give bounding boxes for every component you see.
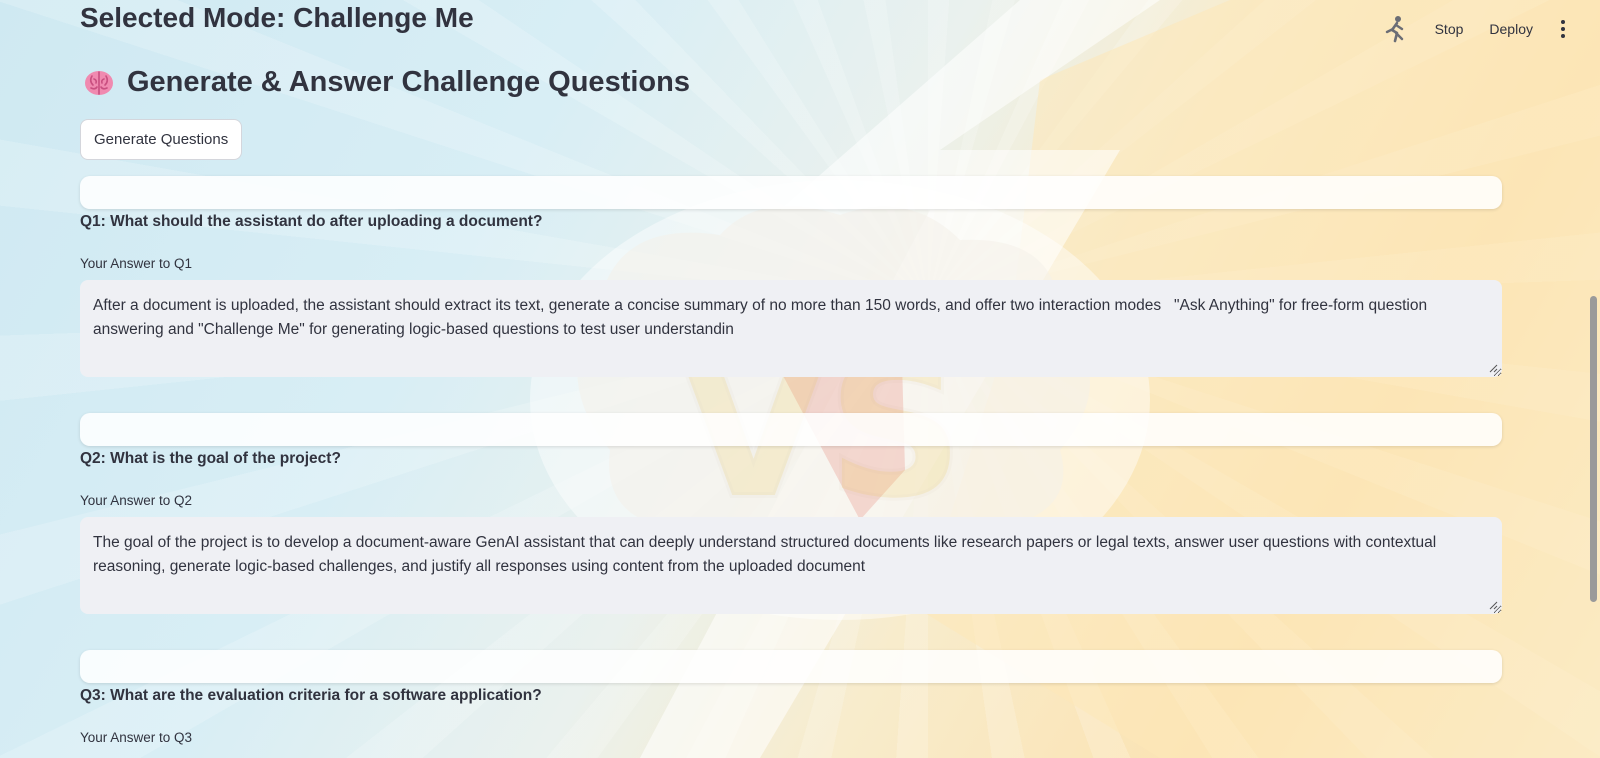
question-divider-bar bbox=[80, 413, 1502, 446]
generate-questions-button[interactable]: Generate Questions bbox=[80, 119, 243, 160]
kebab-menu-icon[interactable] bbox=[1552, 14, 1574, 44]
answer-input-q2[interactable]: The goal of the project is to develop a … bbox=[80, 517, 1502, 614]
answer-label: Your Answer to Q2 bbox=[80, 493, 193, 508]
comic-vs-background: VS bbox=[530, 0, 1600, 758]
question-divider-bar bbox=[80, 650, 1502, 683]
brain-icon bbox=[83, 67, 115, 99]
section-title-text: Generate & Answer Challenge Questions bbox=[127, 66, 690, 98]
app-toolbar: Stop Deploy bbox=[1382, 14, 1574, 44]
background-artwork: VS bbox=[0, 0, 1600, 758]
section-title: Generate & Answer Challenge Questions bbox=[83, 66, 690, 99]
running-man-icon bbox=[1382, 14, 1408, 44]
question-text: Q2: What is the goal of the project? bbox=[80, 450, 341, 467]
question-text: Q1: What should the assistant do after u… bbox=[80, 213, 543, 230]
deploy-button[interactable]: Deploy bbox=[1476, 15, 1546, 43]
answer-label: Your Answer to Q1 bbox=[80, 256, 193, 271]
question-text: Q3: What are the evaluation criteria for… bbox=[80, 687, 542, 704]
question-divider-bar bbox=[80, 176, 1502, 209]
answer-field-wrapper: The goal of the project is to develop a … bbox=[80, 517, 1502, 614]
page-scrollbar[interactable] bbox=[1588, 0, 1600, 758]
answer-field-wrapper: After a document is uploaded, the assist… bbox=[80, 280, 1502, 377]
scrollbar-thumb[interactable] bbox=[1590, 296, 1597, 602]
selected-mode-title: Selected Mode: Challenge Me bbox=[80, 2, 474, 33]
answer-label: Your Answer to Q3 bbox=[80, 730, 193, 745]
answer-input-q1[interactable]: After a document is uploaded, the assist… bbox=[80, 280, 1502, 377]
stop-button[interactable]: Stop bbox=[1422, 15, 1477, 43]
